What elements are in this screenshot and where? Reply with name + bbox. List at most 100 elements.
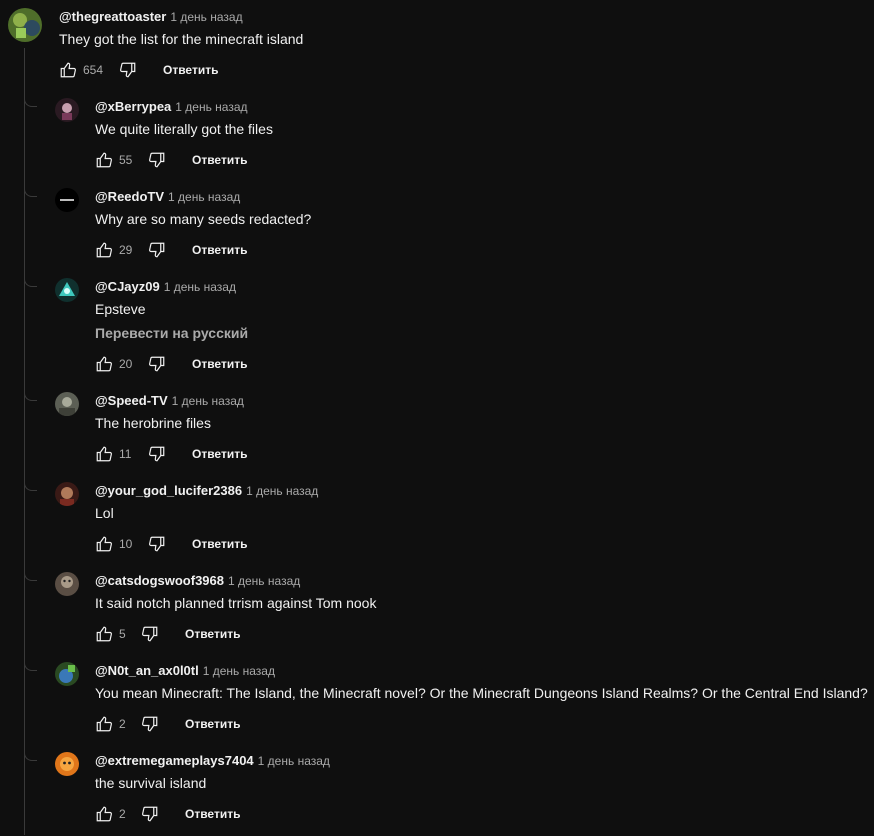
comment-header: @N0t_an_ax0l0tl 1 день назад xyxy=(95,662,275,680)
main-comment: @thegreattoaster 1 день назад They got th… xyxy=(0,0,874,90)
like-count: 55 xyxy=(119,153,133,167)
reply-button[interactable]: Ответить xyxy=(192,240,247,260)
dislike-icon[interactable] xyxy=(119,61,137,79)
comment-header: @your_god_lucifer2386 1 день назад xyxy=(95,482,318,500)
reply-button[interactable]: Ответить xyxy=(185,624,240,644)
comment-actions: 20 Ответить xyxy=(95,354,295,374)
like-icon[interactable] xyxy=(95,355,113,373)
reply-comment: @CJayz09 1 день назад Epsteve Перевести н… xyxy=(0,278,874,386)
timestamp[interactable]: 1 день назад xyxy=(175,100,247,114)
comment-text: Why are so many seeds redacted? xyxy=(95,211,312,227)
dislike-icon[interactable] xyxy=(148,535,166,553)
like-icon[interactable] xyxy=(95,805,113,823)
timestamp[interactable]: 1 день назад xyxy=(172,394,244,408)
avatar[interactable] xyxy=(55,482,79,506)
author-name[interactable]: @xBerrypea xyxy=(95,99,171,114)
comment-text: It said notch planned trrism against Tom… xyxy=(95,595,377,611)
comment-actions: 654 Ответить xyxy=(59,60,259,80)
comment-header: @thegreattoaster 1 день назад xyxy=(59,8,243,26)
avatar[interactable] xyxy=(55,752,79,776)
like-icon[interactable] xyxy=(95,715,113,733)
reply-button[interactable]: Ответить xyxy=(192,354,247,374)
like-count: 29 xyxy=(119,243,133,257)
author-name[interactable]: @ReedoTV xyxy=(95,189,164,204)
timestamp[interactable]: 1 день назад xyxy=(168,190,240,204)
author-name[interactable]: @N0t_an_ax0l0tl xyxy=(95,663,199,678)
comment-text: Lol xyxy=(95,505,114,521)
timestamp[interactable]: 1 день назад xyxy=(203,664,275,678)
comment-header: @CJayz09 1 день назад xyxy=(95,278,236,296)
author-name[interactable]: @CJayz09 xyxy=(95,279,160,294)
timestamp[interactable]: 1 день назад xyxy=(164,280,236,294)
like-icon[interactable] xyxy=(95,241,113,259)
dislike-icon[interactable] xyxy=(148,241,166,259)
like-icon[interactable] xyxy=(95,445,113,463)
like-icon[interactable] xyxy=(95,535,113,553)
translate-link[interactable]: Перевести на русский xyxy=(95,323,248,343)
reply-button[interactable]: Ответить xyxy=(185,714,240,734)
like-count: 2 xyxy=(119,717,126,731)
author-name[interactable]: @your_god_lucifer2386 xyxy=(95,483,242,498)
timestamp[interactable]: 1 день назад xyxy=(258,754,330,768)
like-count: 10 xyxy=(119,537,133,551)
thread-connector xyxy=(24,392,37,401)
avatar[interactable] xyxy=(55,572,79,596)
thread-connector xyxy=(24,482,37,491)
comment-header: @catsdogswoof3968 1 день назад xyxy=(95,572,300,590)
like-count: 5 xyxy=(119,627,126,641)
author-name[interactable]: @extremegameplays7404 xyxy=(95,753,254,768)
avatar[interactable] xyxy=(55,98,79,122)
comment-text: Epsteve xyxy=(95,301,146,317)
comment-actions: 10 Ответить xyxy=(95,534,295,554)
avatar[interactable] xyxy=(55,188,79,212)
reply-button[interactable]: Ответить xyxy=(192,444,247,464)
comment-actions: 5 Ответить xyxy=(95,624,295,644)
avatar[interactable] xyxy=(8,8,42,42)
comment-actions: 11 Ответить xyxy=(95,444,295,464)
dislike-icon[interactable] xyxy=(148,151,166,169)
comment-text: They got the list for the minecraft isla… xyxy=(59,31,304,47)
dislike-icon[interactable] xyxy=(148,355,166,373)
thread-connector xyxy=(24,572,37,581)
avatar[interactable] xyxy=(55,392,79,416)
timestamp[interactable]: 1 день назад xyxy=(246,484,318,498)
avatar[interactable] xyxy=(55,278,79,302)
dislike-icon[interactable] xyxy=(141,805,159,823)
reply-comment: @extremegameplays7404 1 день назад the su… xyxy=(0,752,874,836)
like-icon[interactable] xyxy=(95,625,113,643)
thread-connector xyxy=(24,278,37,287)
thread-connector xyxy=(24,752,37,761)
comment-actions: 2 Ответить xyxy=(95,804,295,824)
avatar[interactable] xyxy=(55,662,79,686)
author-name[interactable]: @catsdogswoof3968 xyxy=(95,573,224,588)
comment-text: The herobrine files xyxy=(95,415,211,431)
comment-header: @ReedoTV 1 день назад xyxy=(95,188,240,206)
dislike-icon[interactable] xyxy=(141,625,159,643)
reply-button[interactable]: Ответить xyxy=(192,534,247,554)
thread-connector xyxy=(24,662,37,671)
like-count: 2 xyxy=(119,807,126,821)
reply-button[interactable]: Ответить xyxy=(192,150,247,170)
reply-button[interactable]: Ответить xyxy=(163,60,218,80)
reply-comment: @Speed-TV 1 день назад The herobrine file… xyxy=(0,392,874,476)
like-icon[interactable] xyxy=(95,151,113,169)
dislike-icon[interactable] xyxy=(148,445,166,463)
reply-button[interactable]: Ответить xyxy=(185,804,240,824)
author-name[interactable]: @Speed-TV xyxy=(95,393,168,408)
comment-header: @Speed-TV 1 день назад xyxy=(95,392,244,410)
dislike-icon[interactable] xyxy=(141,715,159,733)
like-count: 11 xyxy=(119,447,132,461)
reply-comment: @ReedoTV 1 день назад Why are so many see… xyxy=(0,188,874,272)
like-count: 20 xyxy=(119,357,133,371)
comment-actions: 29 Ответить xyxy=(95,240,295,260)
reply-comment: @catsdogswoof3968 1 день назад It said no… xyxy=(0,572,874,656)
reply-comment: @your_god_lucifer2386 1 день назад Lol 10… xyxy=(0,482,874,566)
timestamp[interactable]: 1 день назад xyxy=(228,574,300,588)
thread-connector xyxy=(24,98,37,107)
timestamp[interactable]: 1 день назад xyxy=(170,10,242,24)
comment-header: @xBerrypea 1 день назад xyxy=(95,98,248,116)
like-icon[interactable] xyxy=(59,61,77,79)
comment-text: You mean Minecraft: The Island, the Mine… xyxy=(95,685,868,701)
author-name[interactable]: @thegreattoaster xyxy=(59,9,166,24)
thread-connector xyxy=(24,188,37,197)
